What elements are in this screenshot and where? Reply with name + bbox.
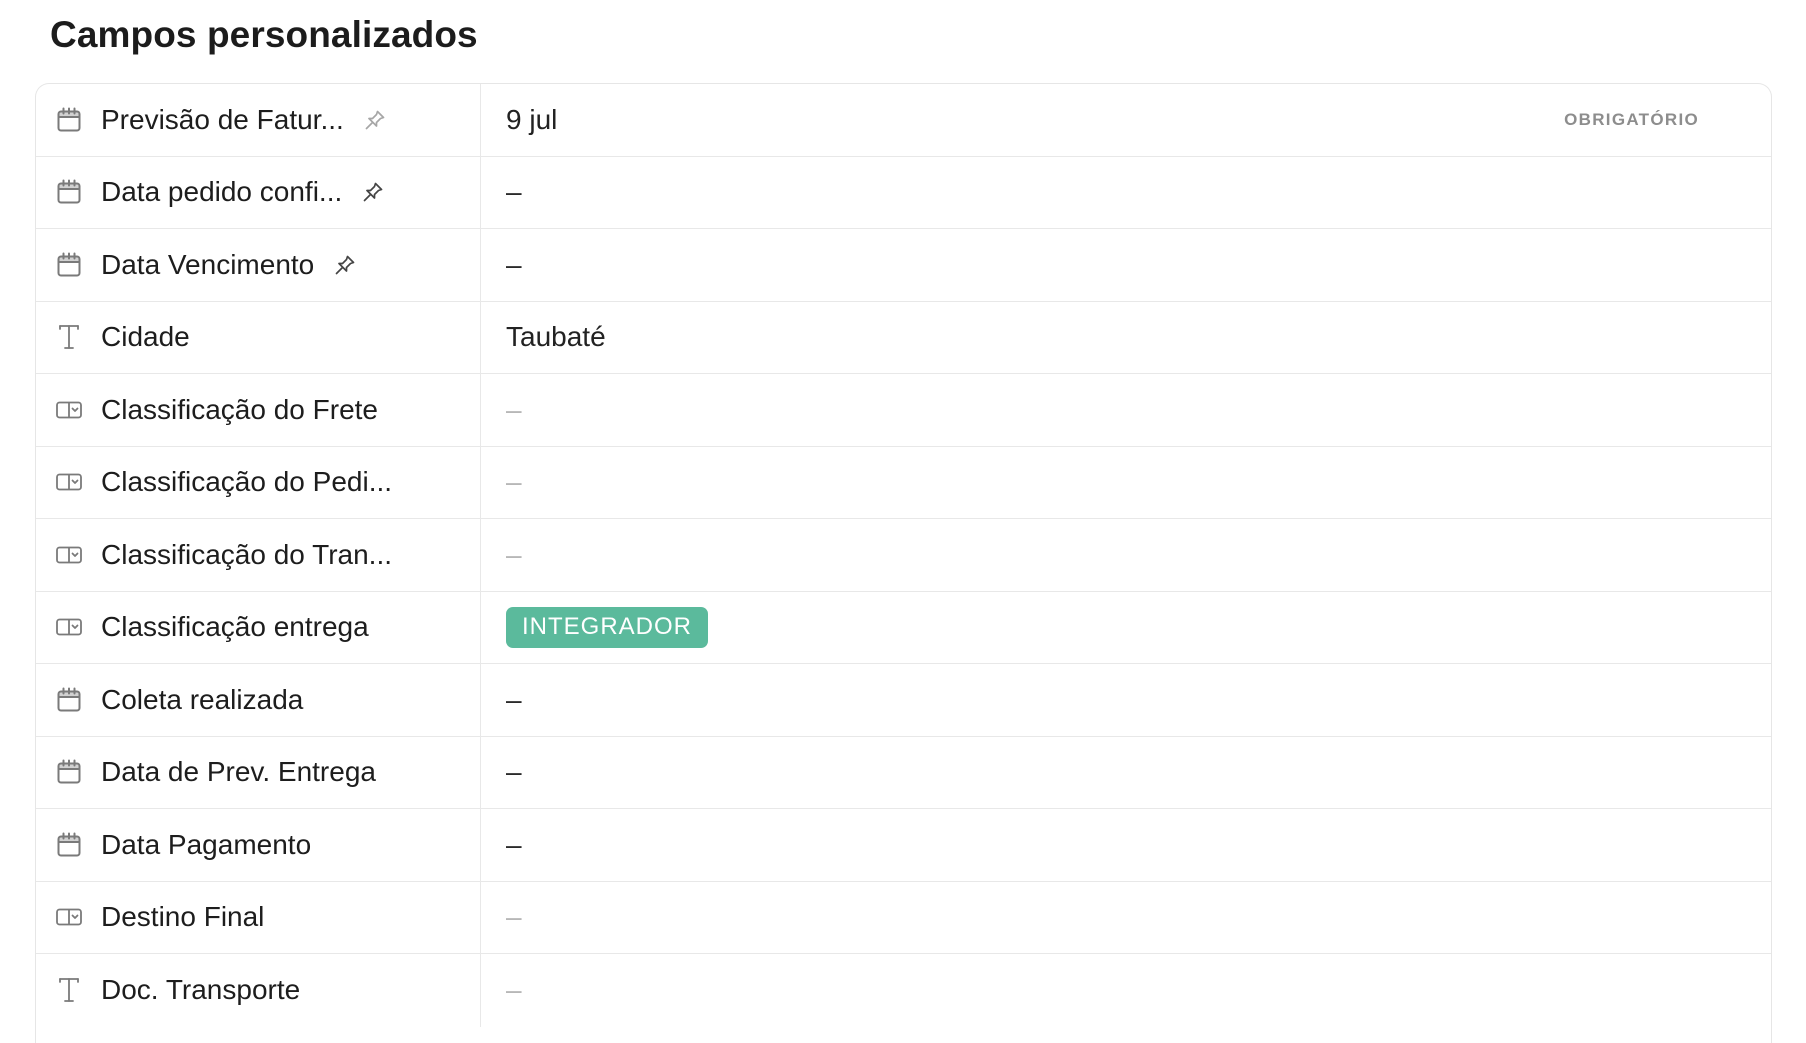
- field-label: Destino Final: [101, 901, 265, 933]
- calendar-icon: [54, 250, 84, 280]
- field-value: –: [506, 901, 522, 933]
- field-value: –: [506, 466, 522, 498]
- field-value-cell[interactable]: Taubaté: [481, 302, 1771, 374]
- field-row[interactable]: Previsão de Fatur... 9 jul OBRIGATÓRIO: [36, 84, 1771, 157]
- field-label: Previsão de Fatur...: [101, 103, 344, 135]
- field-value-cell[interactable]: –: [481, 374, 1771, 446]
- field-row[interactable]: Doc. Transporte –: [36, 954, 1771, 1027]
- calendar-icon: [54, 685, 84, 715]
- field-label-cell: Data pedido confi...: [36, 156, 481, 228]
- field-value-cell[interactable]: –: [481, 954, 1771, 1027]
- field-label: Doc. Transporte: [101, 974, 301, 1006]
- field-row[interactable]: Data Pagamento –: [36, 809, 1771, 882]
- field-label: Classificação entrega: [101, 611, 369, 643]
- page-title: Campos personalizados: [50, 14, 478, 55]
- field-label: Data de Prev. Entrega: [101, 756, 376, 788]
- field-label: Classificação do Frete: [101, 393, 379, 425]
- field-label-cell: Doc. Transporte: [36, 954, 481, 1027]
- dropdown-icon: [54, 902, 84, 932]
- field-value-cell[interactable]: –: [481, 519, 1771, 591]
- field-value: –: [506, 176, 522, 208]
- calendar-icon: [54, 757, 84, 787]
- pin-icon[interactable]: [362, 107, 388, 133]
- field-row[interactable]: Destino Final –: [36, 881, 1771, 954]
- field-value: –: [506, 683, 522, 715]
- pin-icon[interactable]: [332, 252, 358, 278]
- text-icon: [54, 322, 84, 352]
- field-value: –: [506, 538, 522, 570]
- dropdown-icon: [54, 540, 84, 570]
- field-value: –: [506, 248, 522, 280]
- field-label: Coleta realizada: [101, 683, 304, 715]
- calendar-icon: [54, 830, 84, 860]
- field-row[interactable]: Data pedido confi... –: [36, 156, 1771, 229]
- field-label-cell: Cidade: [36, 301, 481, 373]
- field-label-cell: Data Vencimento: [36, 229, 481, 301]
- field-label-cell: Classificação do Tran...: [36, 519, 481, 591]
- field-label-cell: Destino Final: [36, 881, 481, 953]
- text-icon: [54, 975, 84, 1005]
- calendar-icon: [54, 177, 84, 207]
- field-row[interactable]: Classificação entrega INTEGRADOR: [36, 591, 1771, 664]
- field-label: Cidade: [101, 321, 190, 353]
- field-label: Data pedido confi...: [101, 176, 343, 208]
- field-label: Data Pagamento: [101, 828, 312, 860]
- field-label-cell: Data Pagamento: [36, 809, 481, 881]
- field-value-cell[interactable]: –: [481, 664, 1771, 736]
- field-value-cell[interactable]: –: [481, 229, 1771, 301]
- field-row[interactable]: Data Vencimento –: [36, 229, 1771, 302]
- field-value-cell[interactable]: 9 jul OBRIGATÓRIO: [481, 84, 1771, 156]
- field-label-cell: Classificação do Frete: [36, 374, 481, 446]
- field-label: Classificação do Tran...: [101, 538, 393, 570]
- field-label: Data Vencimento: [101, 248, 315, 280]
- field-row[interactable]: Classificação do Frete –: [36, 374, 1771, 447]
- field-label-cell: Classificação do Pedi...: [36, 446, 481, 518]
- pin-icon[interactable]: [360, 179, 386, 205]
- field-row[interactable]: Classificação do Pedi... –: [36, 446, 1771, 519]
- custom-fields-table: Previsão de Fatur... 9 jul OBRIGATÓRIO Data…: [35, 83, 1772, 1043]
- field-value: –: [506, 974, 522, 1006]
- option-tag[interactable]: INTEGRADOR: [506, 606, 709, 648]
- field-value: Taubaté: [506, 321, 606, 353]
- dropdown-icon: [54, 612, 84, 642]
- field-value-cell[interactable]: –: [481, 737, 1771, 809]
- field-label-cell: Data de Prev. Entrega: [36, 736, 481, 808]
- field-row[interactable]: Coleta realizada –: [36, 664, 1771, 737]
- field-value-cell[interactable]: –: [481, 157, 1771, 229]
- field-value: –: [506, 393, 522, 425]
- field-value: 9 jul: [506, 103, 558, 135]
- required-badge: OBRIGATÓRIO: [1564, 109, 1699, 129]
- field-value-cell[interactable]: –: [481, 809, 1771, 881]
- dropdown-icon: [54, 467, 84, 497]
- field-row[interactable]: Classificação do Tran... –: [36, 519, 1771, 592]
- calendar-icon: [54, 105, 84, 135]
- field-value: –: [506, 756, 522, 788]
- field-label-cell: Previsão de Fatur...: [36, 84, 481, 156]
- field-row[interactable]: Data de Prev. Entrega –: [36, 736, 1771, 809]
- field-value-cell[interactable]: INTEGRADOR: [481, 592, 1771, 664]
- field-value: –: [506, 828, 522, 860]
- field-label-cell: Coleta realizada: [36, 664, 481, 736]
- field-value-cell[interactable]: –: [481, 447, 1771, 519]
- field-row[interactable]: Cidade Taubaté: [36, 301, 1771, 374]
- field-value-cell[interactable]: –: [481, 882, 1771, 954]
- field-label: Classificação do Pedi...: [101, 466, 393, 498]
- dropdown-icon: [54, 395, 84, 425]
- field-label-cell: Classificação entrega: [36, 591, 481, 663]
